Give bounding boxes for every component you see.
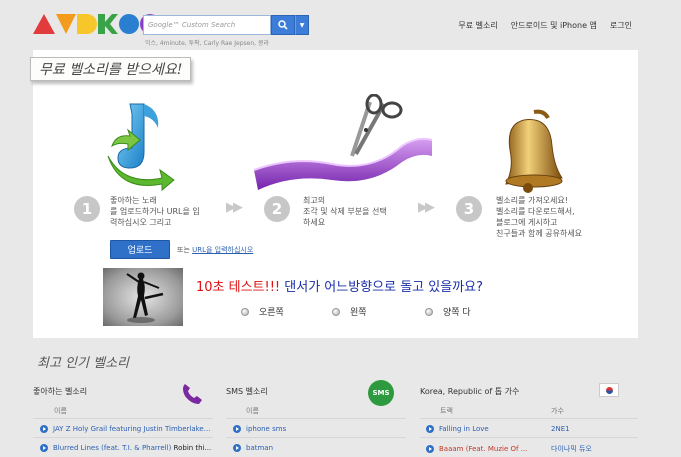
- search-icon: [278, 20, 288, 30]
- spinning-dancer-image: [103, 268, 183, 326]
- favorite-ringtones-title: 좋아하는 벨소리: [33, 387, 88, 396]
- divider: [33, 418, 213, 419]
- radio-icon[interactable]: [332, 307, 340, 316]
- nav-ringtones[interactable]: 무료 벨소리: [458, 20, 497, 31]
- radio-icon[interactable]: [425, 307, 433, 316]
- col2-header-name: 이름: [246, 407, 259, 415]
- artist-link[interactable]: 다이나믹 듀오: [551, 444, 592, 454]
- free-ringtones-banner: 무료 벨소리를 받으세요!: [30, 57, 192, 81]
- search-placeholder: Google™ Custom Search: [148, 21, 236, 29]
- quiz-title: 10초 테스트!!! 댄서가 어느방향으로 돌고 있을까요?: [196, 276, 483, 295]
- search-area: Google™ Custom Search ▼ 익스, 4minute, 투팍,…: [143, 15, 309, 47]
- scissors-icon: [253, 94, 433, 190]
- play-icon[interactable]: [40, 444, 48, 452]
- track-link[interactable]: Baaam (Feat. Muzie Of ...: [439, 445, 551, 453]
- track-link[interactable]: JAY Z Holy Grail featuring Justin Timber…: [53, 425, 210, 433]
- artist-text: Robin thi...: [173, 444, 212, 452]
- nav-apps[interactable]: 안드로이드 및 iPhone 앱: [511, 20, 597, 31]
- search-button[interactable]: [271, 15, 295, 35]
- list-item[interactable]: JAY Z Holy Grail featuring Justin Timber…: [40, 425, 210, 433]
- list-item[interactable]: iphone sms: [233, 425, 286, 433]
- divider: [420, 418, 638, 419]
- play-icon[interactable]: [426, 425, 434, 433]
- radio-icon[interactable]: [241, 307, 249, 316]
- nav-login[interactable]: 로그인: [610, 20, 632, 31]
- list-item[interactable]: Falling in Love 2NE1: [426, 425, 570, 433]
- col3-header-track: 트랙: [440, 407, 453, 415]
- popular-ringtones-title: 최고 인기 벨소리: [37, 356, 129, 371]
- url-entry-line: 또는 URL을 입력하십시오: [177, 245, 253, 255]
- header: Google™ Custom Search ▼ 익스, 4minute, 투팍,…: [0, 0, 681, 50]
- search-input[interactable]: Google™ Custom Search: [143, 15, 271, 35]
- step-3-number: 3: [456, 196, 482, 222]
- enter-url-link[interactable]: URL을 입력하십시오: [192, 246, 253, 254]
- upload-button[interactable]: 업로드: [110, 240, 170, 259]
- track-link[interactable]: iphone sms: [246, 425, 286, 433]
- logo-k: [98, 14, 118, 34]
- top-nav: 무료 벨소리 안드로이드 및 iPhone 앱 로그인: [458, 20, 632, 31]
- step-1-number: 1: [74, 196, 100, 222]
- track-link[interactable]: Falling in Love: [439, 425, 551, 433]
- col3-header-artist: 가수: [551, 407, 564, 415]
- korea-flag-icon: [599, 383, 619, 397]
- url-prefix: 또는: [177, 246, 190, 254]
- artist-link[interactable]: 2NE1: [551, 425, 570, 433]
- quiz-title-blue: 댄서가 어느방향으로 돌고 있을까요?: [280, 280, 483, 295]
- col1-header-name: 이름: [54, 407, 67, 415]
- step-2-number: 2: [264, 196, 290, 222]
- step-arrows-1: ▶▶: [226, 200, 243, 215]
- logo-a: [33, 14, 55, 34]
- divider: [420, 437, 638, 438]
- step-3-text: 벨소리를 가져오세요! 벨소리를 다운로드해서, 블로그에 게시하고 친구들과 …: [496, 196, 583, 238]
- divider: [33, 437, 213, 438]
- step-2-text: 최고의 조각 및 삭제 부분을 선택 하세요: [303, 196, 387, 227]
- play-icon[interactable]: [426, 445, 434, 453]
- quiz-option-left[interactable]: 왼쪽: [332, 305, 367, 318]
- step-arrows-2: ▶▶: [418, 200, 435, 215]
- divider: [226, 437, 406, 438]
- divider: [226, 418, 406, 419]
- step-1-text: 좋아하는 노래 를 업로드하거나 URL을 입 력하십시오 그리고: [110, 196, 200, 227]
- track-link[interactable]: batman: [246, 444, 273, 452]
- chevron-down-icon: ▼: [299, 21, 305, 29]
- list-item[interactable]: batman: [233, 444, 273, 452]
- list-item[interactable]: Baaam (Feat. Muzie Of ... 다이나믹 듀오: [426, 444, 592, 454]
- quiz-title-red: 10초 테스트!!!: [196, 280, 281, 295]
- music-note-icon: [107, 103, 175, 192]
- top-artists-title: Korea, Republic of 톱 가수: [420, 387, 520, 396]
- play-icon[interactable]: [233, 444, 241, 452]
- quiz-option-right[interactable]: 오른쪽: [241, 305, 284, 318]
- logo-o: [119, 14, 139, 34]
- phone-icon: [183, 384, 202, 404]
- logo-d: [77, 14, 97, 34]
- bell-icon: [505, 109, 563, 193]
- logo[interactable]: [33, 14, 160, 34]
- list-item[interactable]: Blurred Lines (feat. T.I. & Pharrell) Ro…: [40, 444, 211, 452]
- sms-ringtones-title: SMS 벨소리: [226, 387, 268, 396]
- dancer-silhouette: [126, 272, 164, 323]
- play-icon[interactable]: [40, 425, 48, 433]
- search-dropdown-button[interactable]: ▼: [295, 15, 309, 35]
- play-icon[interactable]: [233, 425, 241, 433]
- sms-icon: SMS: [368, 380, 394, 406]
- quiz-option-both[interactable]: 양쪽 다: [425, 305, 471, 318]
- logo-v: [56, 14, 76, 34]
- search-hint: 익스, 4minute, 투팍, Carly Rae Jepsen, 콩라: [145, 40, 270, 47]
- track-link[interactable]: Blurred Lines (feat. T.I. & Pharrell): [53, 444, 171, 452]
